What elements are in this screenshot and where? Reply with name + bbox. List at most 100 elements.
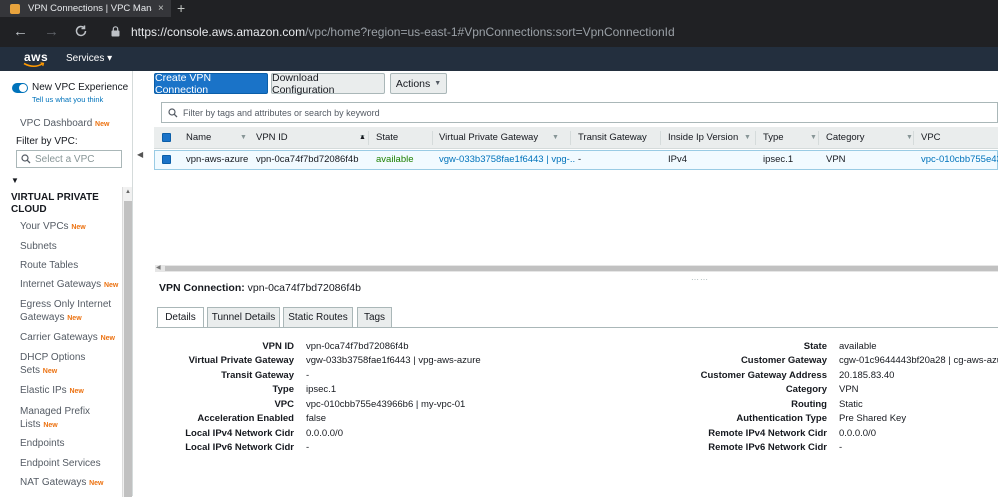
sidebar-item-carrier-gateways[interactable]: Carrier Gateways New [20,331,115,345]
sort-caret-icon[interactable]: ▼ [636,127,643,149]
collapse-sidebar-icon[interactable]: ◀ [137,150,143,159]
column-header-type[interactable]: Type [763,127,784,149]
sort-ascending-icon[interactable]: ▲ [359,127,366,149]
search-input[interactable]: Filter by tags and attributes or search … [161,102,998,123]
forward-arrow-icon[interactable]: → [44,23,59,40]
scroll-left-arrow-icon[interactable]: ◀ [156,264,161,271]
sidebar-item-label: Carrier Gateways [20,332,98,343]
reload-icon[interactable] [74,24,88,38]
sidebar-item-nat-gateways[interactable]: NAT Gateways New [20,476,104,490]
sidebar-item-label: Gateways [20,312,65,323]
table-row[interactable]: vpn-aws-azure vpn-0ca74f7bd72086f4b availa… [154,150,998,170]
browser-tab[interactable]: VPN Connections | VPC Manage × [0,0,171,17]
detail-value[interactable]: vpc-010cbb755e43966b6 | my-vpc-01 [306,399,465,410]
sidebar-item-subnets[interactable]: Subnets [20,240,57,253]
detail-value[interactable]: cgw-01c9644443bf20a28 | cg-aws-azure [839,355,998,366]
detail-value: false [306,413,327,424]
new-badge: New [69,388,84,395]
sidebar-item-managed-prefix[interactable]: Managed Prefix Lists New [20,405,90,432]
column-header-vpc[interactable]: VPC [921,127,941,149]
sidebar-item-endpoint-services[interactable]: Endpoint Services [20,457,101,470]
detail-label: Authentication Type [736,413,827,424]
sidebar-item-internet-gateways[interactable]: Internet Gateways New [20,278,118,292]
filter-by-vpc-label: Filter by VPC: [16,136,78,147]
row-checkbox[interactable] [162,155,171,164]
new-badge: New [71,224,86,231]
detail-label: Customer Gateway Address [700,370,827,381]
tell-us-link[interactable]: Tell us what you think [32,95,103,104]
sort-caret-icon[interactable]: ▼ [810,127,817,149]
tab-tunnel-details[interactable]: Tunnel Details [207,307,280,328]
column-header-category[interactable]: Category [826,127,865,149]
table-scroll-thumb[interactable] [165,266,998,271]
sort-caret-icon[interactable]: ▼ [906,127,913,149]
actions-button[interactable]: Actions ▼ [390,73,447,94]
new-badge: New [89,480,104,487]
sidebar-item-dhcp-options[interactable]: DHCP Options Sets New [20,351,85,378]
select-all-checkbox[interactable] [162,133,171,142]
actions-label: Actions [395,77,431,90]
table-cell-inside-ip-version: IPv4 [668,154,688,165]
select-vpc-placeholder: Select a VPC [35,153,95,165]
detail-value: Pre Shared Key [839,413,907,424]
detail-value[interactable]: vgw-033b3758fae1f6443 | vpg-aws-azure [306,355,481,366]
column-header-state[interactable]: State [376,127,398,149]
tab-tags[interactable]: Tags [357,307,392,328]
sidebar-item-egress-only-internet[interactable]: Egress Only Internet Gateways New [20,298,111,325]
download-configuration-button[interactable]: Download Configuration [271,72,385,96]
detail-label: Acceleration Enabled [197,413,294,424]
detail-value: - [839,442,843,453]
new-badge: New [42,368,58,375]
column-separator [660,131,661,145]
sidebar-item-elastic-ips[interactable]: Elastic IPs New [20,384,84,398]
sidebar-item-label: Egress Only Internet [20,299,112,310]
lock-icon[interactable] [111,26,120,37]
column-header-vpn-id[interactable]: VPN ID [256,127,288,149]
sidebar-item-label: Route Tables [20,260,79,271]
close-tab-icon[interactable]: × [158,3,164,14]
sidebar-item-label: Endpoints [20,438,65,449]
detail-label: State [803,341,827,352]
scroll-up-arrow-icon[interactable]: ▲ [123,189,133,195]
search-icon [168,107,178,117]
detail-value: - [306,442,310,453]
url-field[interactable]: https://console.aws.amazon.com/vpc/home?… [131,25,675,39]
sidebar-item-vpc-dashboard[interactable]: VPC Dashboard New [20,117,109,131]
sidebar-item-label: NAT Gateways [20,477,87,488]
sort-caret-icon[interactable]: ▼ [744,127,751,149]
sidebar-scrollbar[interactable]: ▲ [122,187,132,497]
sidebar: New VPC Experience Tell us what you thin… [0,71,133,497]
new-vpc-experience-toggle[interactable] [12,83,28,93]
create-vpn-connection-button[interactable]: Create VPN Connection [154,72,268,96]
table-header: Name ▼ VPN ID ▼ State Virtual Private Gateway… [154,127,998,149]
sidebar-item-endpoints[interactable]: Endpoints [20,437,64,450]
back-arrow-icon[interactable]: ← [13,23,28,40]
sidebar-item-your-vpcs[interactable]: Your VPCs New [20,220,86,234]
select-vpc-input[interactable]: Select a VPC [16,150,122,168]
tab-static-routes[interactable]: Static Routes [283,307,353,328]
resize-handle-icon[interactable]: ⋯⋯ [691,275,709,284]
browser-tab-bar: VPN Connections | VPC Manage × + [0,0,998,17]
search-placeholder: Filter by tags and attributes or search … [183,107,380,118]
sort-caret-icon[interactable]: ▼ [552,127,559,149]
column-header-inside-ip-version[interactable]: Inside Ip Version [668,127,738,149]
tab-details[interactable]: Details [157,307,204,328]
sidebar-item-route-tables[interactable]: Route Tables [20,259,78,272]
services-menu[interactable]: Services ▾ [66,53,112,64]
sidebar-item-label: Lists [20,419,41,430]
column-header-name[interactable]: Name [186,127,211,149]
table-horizontal-scrollbar[interactable]: ◀ [155,265,998,272]
detail-label: Routing [791,399,827,410]
collapse-section-icon[interactable]: ▼ [11,176,19,185]
detail-label: Transit Gateway [221,370,294,381]
table-cell-virtual-private-gateway[interactable]: vgw-033b3758fae1f6443 | vpg-... [439,151,575,169]
new-tab-icon[interactable]: + [177,0,185,16]
sidebar-item-label: Sets [20,365,41,376]
column-header-virtual-private-gateway[interactable]: Virtual Private Gateway [439,127,538,149]
sidebar-scroll-thumb[interactable] [124,201,132,497]
sort-caret-icon[interactable]: ▼ [240,127,247,149]
detail-value: 0.0.0.0/0 [839,428,876,439]
table-cell-vpc[interactable]: vpc-010cbb755e43966 [921,151,998,169]
url-path: /vpc/home?region=us-east-1#VpnConnection… [305,25,675,39]
detail-value: 0.0.0.0/0 [306,428,343,439]
